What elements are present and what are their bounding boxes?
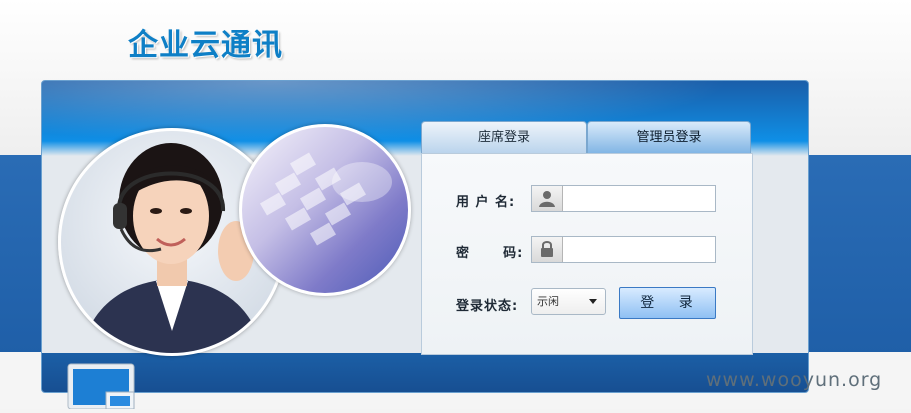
password-field[interactable] xyxy=(531,236,718,263)
tab-agent-login[interactable]: 座席登录 xyxy=(421,121,587,154)
user-icon xyxy=(532,186,563,211)
brand-title: 企业云通讯 xyxy=(128,28,283,63)
tab-admin-login[interactable]: 管理员登录 xyxy=(587,121,751,154)
status-selected-value: 示闲 xyxy=(537,295,559,308)
status-label: 登录状态: xyxy=(456,299,519,314)
username-field[interactable] xyxy=(531,185,718,212)
status-select[interactable]: 示闲 xyxy=(531,288,606,315)
keyboard-photo xyxy=(239,124,411,296)
password-input[interactable] xyxy=(564,238,718,262)
username-label: 用 户 名: xyxy=(456,195,516,210)
watermark: www.wooyun.org xyxy=(706,369,883,391)
lock-icon xyxy=(532,237,563,262)
password-label: 密 码: xyxy=(456,246,524,261)
keyboard-illustration xyxy=(259,152,392,246)
monitor-icon xyxy=(66,362,136,410)
chevron-down-icon xyxy=(589,299,597,304)
login-button[interactable]: 登 录 xyxy=(619,287,716,319)
username-input[interactable] xyxy=(564,187,718,211)
